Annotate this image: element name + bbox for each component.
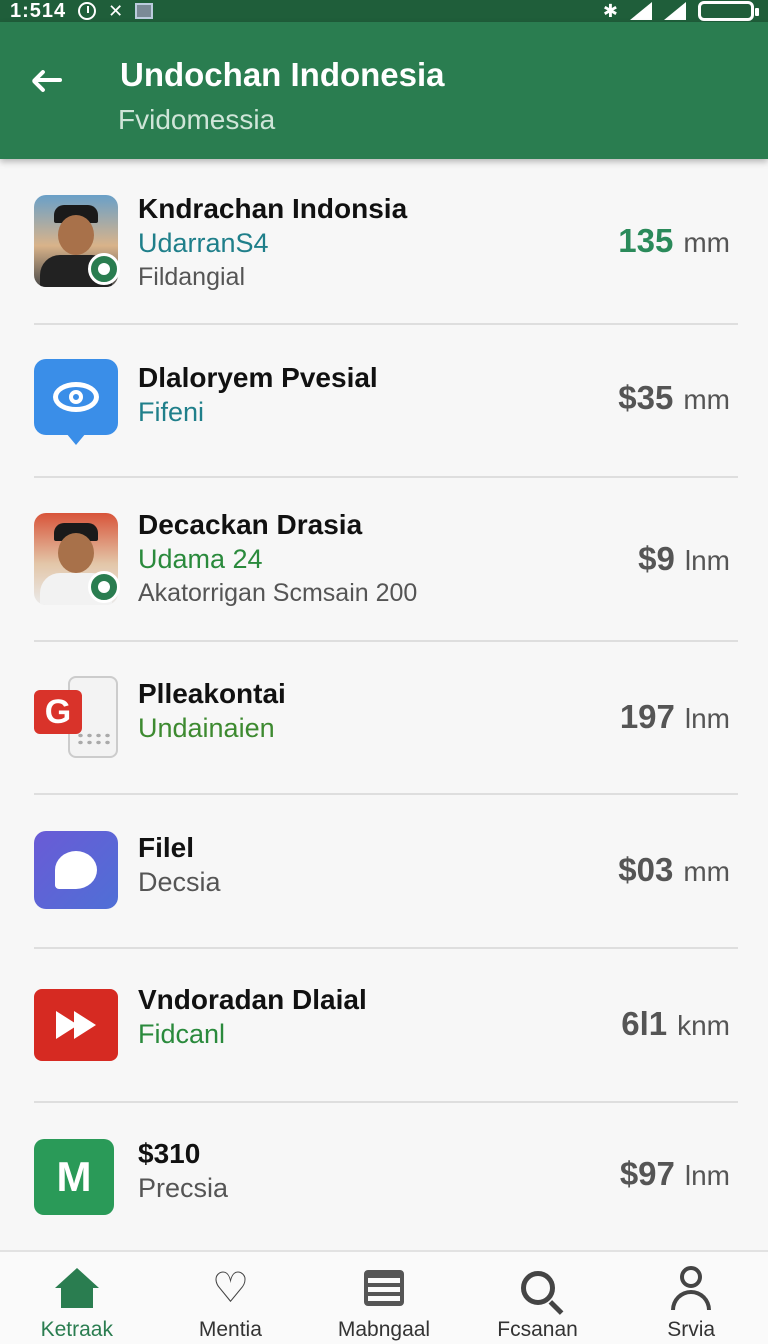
signal-icon	[630, 2, 652, 20]
item-subtitle: Decsia	[138, 867, 221, 897]
signal-icon	[664, 2, 686, 20]
chat-app-icon	[34, 831, 118, 915]
amount-unit: lnm	[684, 545, 730, 576]
heart-icon: ♡	[211, 1264, 250, 1311]
amount-unit: lnm	[684, 1160, 730, 1191]
play-app-icon	[34, 989, 118, 1073]
page-title: Undochan Indonesia	[120, 56, 445, 93]
list-item[interactable]: M $310 Precsia $97 lnm	[0, 1103, 768, 1248]
bluetooth-icon: ✱	[602, 0, 618, 21]
item-list: Kndrachan Indonsia UdarranS4 Fildangial …	[0, 160, 768, 1248]
badge-icon	[88, 571, 120, 603]
image-icon	[135, 3, 154, 19]
list-item[interactable]: Vndoradan Dlaial Fidcanl 6l1 knm	[0, 949, 768, 1103]
status-right: ✱	[602, 0, 759, 22]
back-arrow-icon	[31, 64, 64, 96]
nav-item-list[interactable]: Mabngaal	[309, 1252, 459, 1342]
bottom-nav: Ketraak ♡ Mentia Mabngaal Fcsanan Srvia	[0, 1250, 768, 1344]
eye-app-icon	[34, 359, 118, 445]
battery-icon	[698, 1, 759, 21]
g-icon: G	[34, 690, 82, 734]
item-amount: $97 lnm	[620, 1155, 730, 1193]
amount-unit: lnm	[684, 703, 730, 734]
play-icon	[34, 989, 118, 1061]
amount-value: $97	[619, 1155, 675, 1192]
status-bar: 1:514 ✕ ✱	[0, 0, 768, 22]
amount-value: 135	[618, 222, 674, 259]
status-left: 1:514 ✕	[10, 0, 154, 23]
list-item[interactable]: Decackan Drasia Udama 24 Akatorrigan Scm…	[0, 478, 768, 642]
item-amount: $9 lnm	[638, 540, 730, 578]
item-amount: 6l1 knm	[621, 1005, 730, 1043]
app-bar: Undochan Indonesia Fvidomessia	[0, 22, 768, 159]
eye-icon	[34, 359, 118, 445]
nav-item-home[interactable]: Ketraak	[2, 1252, 152, 1342]
nav-item-search[interactable]: Fcsanan	[463, 1252, 613, 1342]
list-item[interactable]: Filel Decsia $03 mm	[0, 795, 768, 949]
item-title: Dlaloryem Pvesial	[138, 362, 378, 393]
m-icon: M	[34, 1139, 114, 1215]
item-title: $310	[138, 1138, 201, 1169]
item-subtitle: Undainaien	[138, 713, 275, 743]
amount-value: 6l1	[621, 1005, 668, 1042]
item-description: Akatorrigan Scmsain 200	[138, 579, 418, 607]
item-title: Plleakontai	[138, 678, 286, 709]
nav-item-profile[interactable]: Srvia	[616, 1252, 766, 1342]
item-amount: 197 lnm	[620, 698, 730, 736]
item-title: Filel	[138, 832, 195, 863]
amount-unit: mm	[683, 856, 730, 887]
item-amount: $03 mm	[618, 851, 730, 889]
list-icon	[363, 1270, 404, 1306]
item-subtitle: Udama 24	[138, 544, 263, 574]
back-button[interactable]	[24, 56, 72, 104]
item-subtitle: Precsia	[138, 1173, 229, 1203]
home-icon	[54, 1268, 99, 1308]
search-icon	[520, 1271, 555, 1305]
item-description: Fildangial	[138, 263, 246, 291]
amount-value: $35	[618, 379, 674, 416]
m-app-icon: M	[34, 1139, 118, 1223]
g-app-icon: G	[34, 676, 118, 760]
list-item[interactable]: G Plleakontai Undainaien 197 lnm	[0, 642, 768, 795]
amount-value: $9	[638, 540, 675, 577]
list-item[interactable]: Kndrachan Indonsia UdarranS4 Fildangial …	[0, 160, 768, 325]
nav-label: Srvia	[667, 1318, 716, 1341]
item-amount: $35 mm	[618, 379, 730, 417]
item-title: Vndoradan Dlaial	[138, 984, 367, 1015]
nav-label: Mentia	[198, 1318, 262, 1341]
nav-label: Ketraak	[40, 1318, 113, 1341]
item-subtitle: Fidcanl	[138, 1019, 226, 1049]
badge-icon	[88, 253, 120, 285]
chat-icon	[34, 831, 118, 909]
clock-icon	[78, 2, 97, 20]
amount-unit: mm	[683, 384, 730, 415]
status-time: 1:514	[10, 0, 67, 22]
item-subtitle: UdarranS4	[138, 228, 269, 258]
list-item[interactable]: Dlaloryem Pvesial Fifeni $35 mm	[0, 325, 768, 478]
amount-unit: mm	[683, 227, 730, 258]
page-subtitle: Fvidomessia	[118, 104, 276, 135]
no-notifications-icon: ✕	[108, 0, 124, 21]
item-subtitle: Fifeni	[138, 397, 205, 427]
item-title: Decackan Drasia	[138, 509, 363, 540]
nav-label: Fcsanan	[497, 1318, 578, 1341]
avatar	[34, 195, 120, 287]
amount-unit: knm	[677, 1010, 730, 1041]
nav-item-favorites[interactable]: ♡ Mentia	[155, 1252, 305, 1342]
amount-value: 197	[619, 698, 675, 735]
item-title: Kndrachan Indonsia	[138, 193, 408, 224]
nav-label: Mabngaal	[337, 1318, 431, 1341]
person-icon	[669, 1266, 713, 1310]
avatar	[34, 513, 120, 605]
amount-value: $03	[618, 851, 674, 888]
item-amount: 135 mm	[618, 222, 730, 260]
